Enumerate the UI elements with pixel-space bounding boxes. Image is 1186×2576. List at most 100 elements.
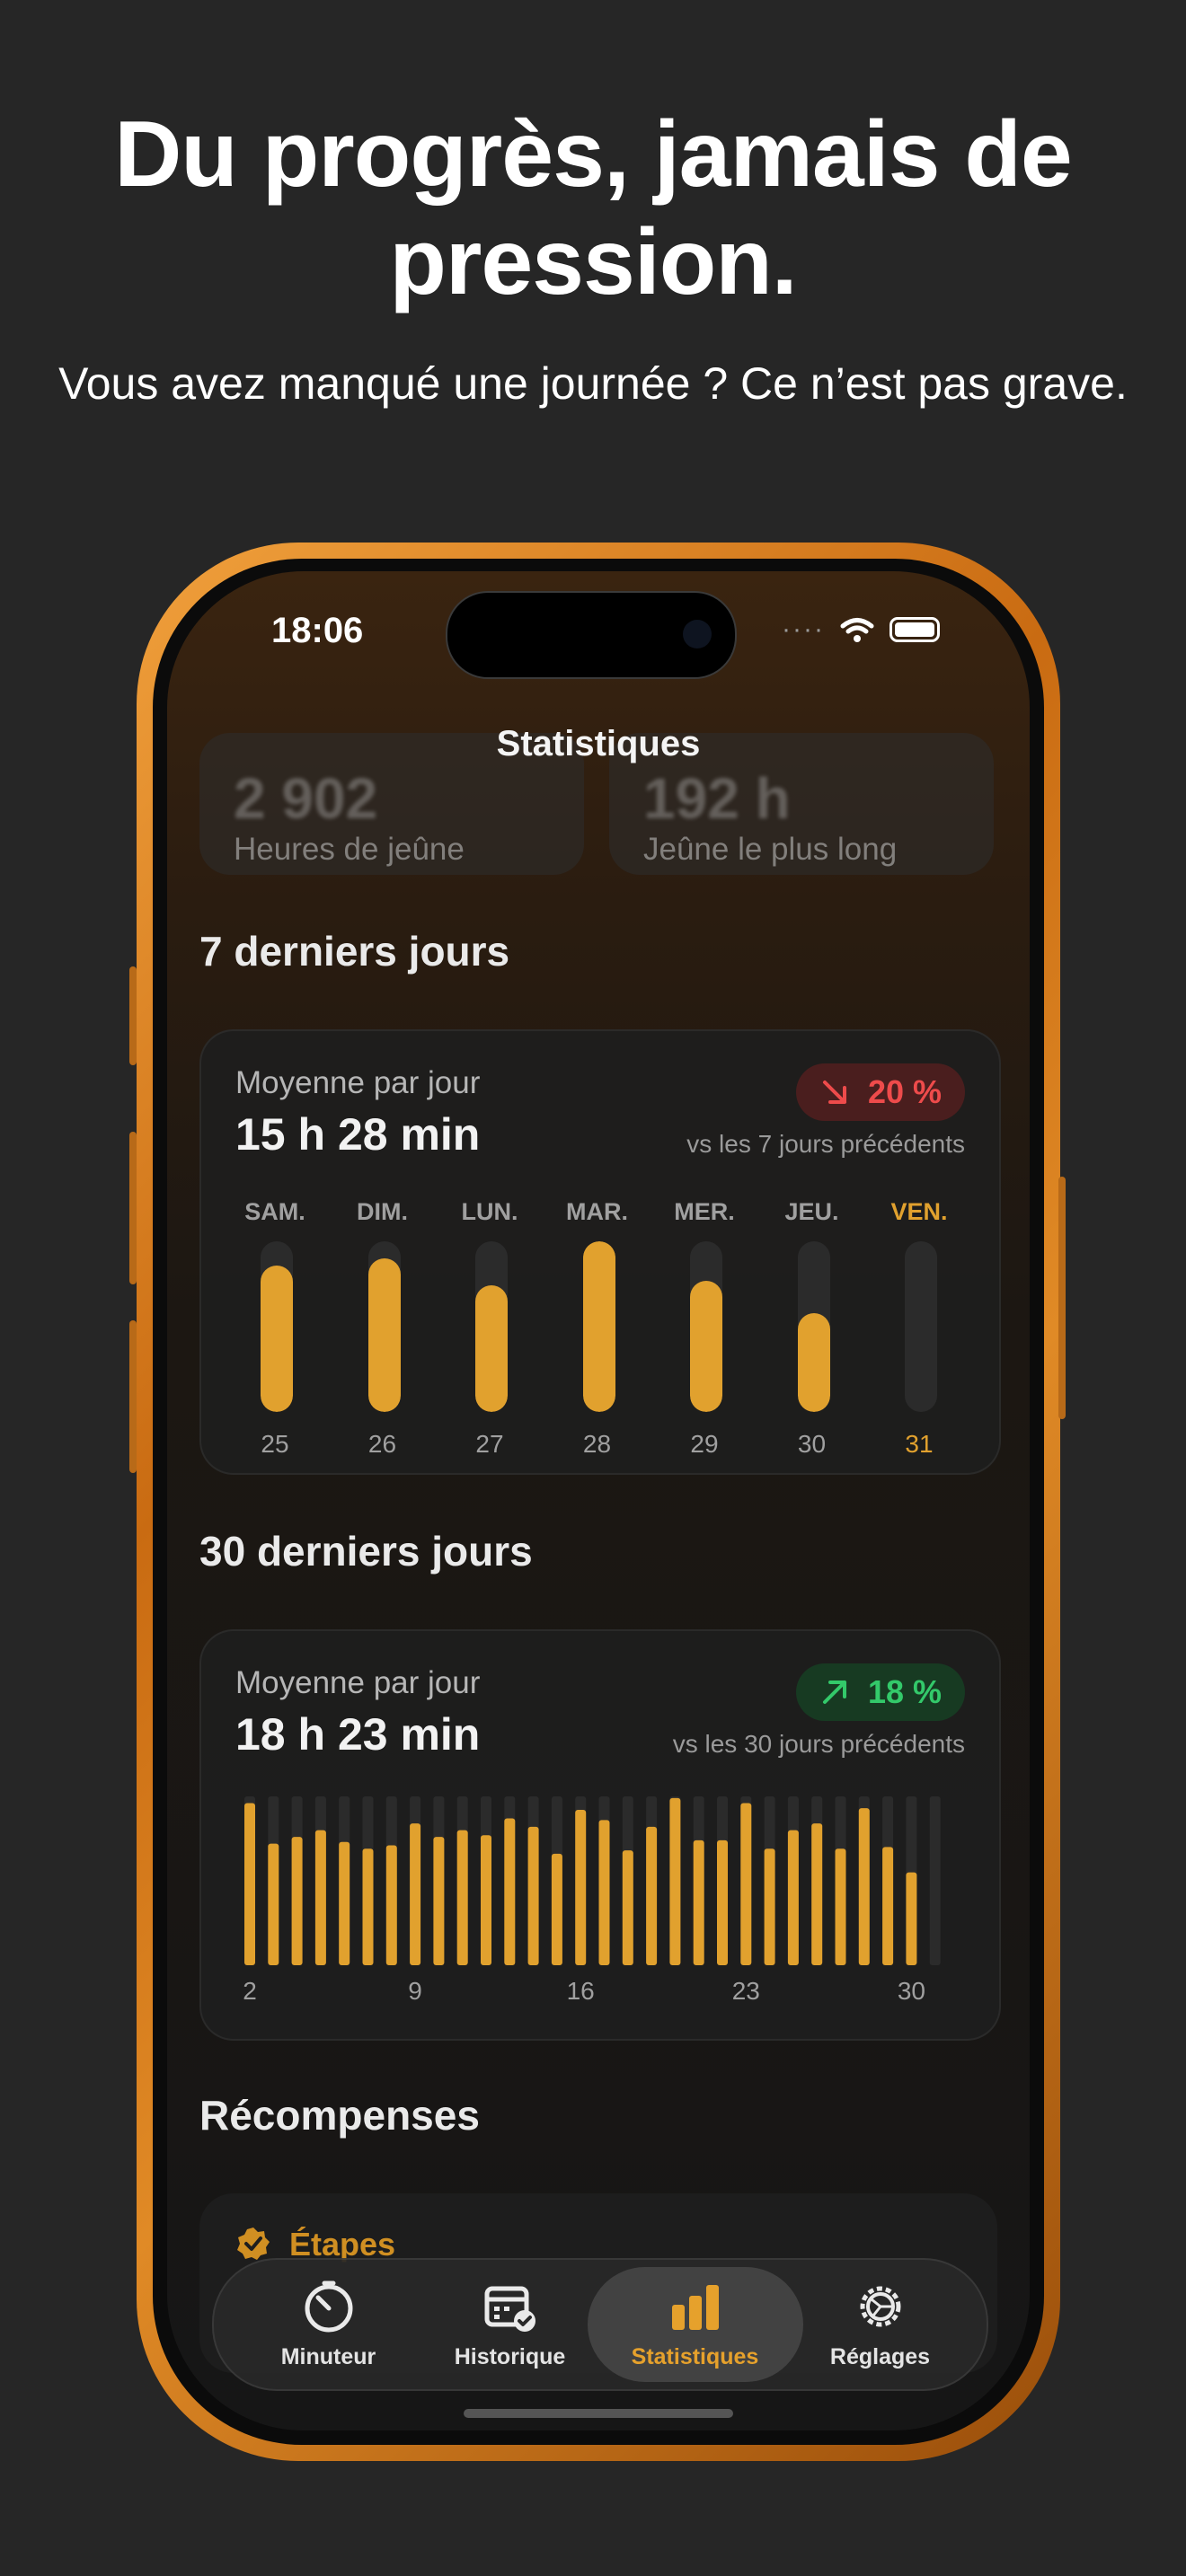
camera-icon [683,620,712,648]
month-bar [551,1853,562,1965]
delta-value: 20 % [867,1073,942,1110]
verified-badge-icon [237,2228,270,2260]
month-bar [527,1826,539,1965]
week-bar-track [905,1241,937,1412]
month-bar [598,1820,610,1965]
month-bar [481,1835,491,1965]
battery-icon [890,617,940,642]
month-tick-label: 2 [243,1977,257,2005]
month-tick-label: 9 [408,1977,422,2005]
month-bar-track [929,1796,941,1965]
month-bar [410,1823,421,1965]
headline: Du progrès, jamais de pression. [114,102,1073,314]
comparison-text: vs les 7 jours précédents [686,1130,965,1158]
week-day-name: MAR. [566,1198,628,1225]
section-heading-month: 30 derniers jours [199,1528,533,1575]
dynamic-island [446,591,737,679]
month-bar [835,1848,846,1965]
week-day-name: DIM. [357,1198,408,1225]
month-card: Moyenne par jour 18 h 23 min 18 % vs les… [199,1629,1001,2041]
timer-icon [305,2280,352,2333]
month-bar [291,1837,303,1965]
bar-chart-icon [671,2285,719,2330]
week-day-number: 30 [797,1430,827,1458]
month-bar [339,1841,350,1965]
month-bar [693,1839,704,1965]
month-bar [314,1830,326,1965]
week-bar-track [582,1241,615,1412]
week-bar-track [690,1241,722,1412]
week-day-number: 26 [367,1430,397,1458]
week-day-name: MER. [674,1198,735,1225]
home-indicator [464,2409,733,2418]
week-bar-track [367,1241,401,1412]
subline: Vous avez manqué une journée ? Ce n’est … [58,358,1128,409]
section-heading-week: 7 derniers jours [199,928,510,975]
average-label: Moyenne par jour [235,1065,481,1100]
month-bar [244,1803,255,1965]
month-tick-label: 30 [898,1977,925,2005]
week-card: Moyenne par jour 15 h 28 min 20 % vs les… [199,1029,1001,1475]
month-bar [456,1830,468,1965]
stat-tile-value: 192 h [643,766,791,831]
wifi-icon [840,618,874,642]
month-bar [811,1823,823,1965]
month-bar [622,1850,633,1965]
month-bar [717,1839,728,1965]
tab-label: Historique [454,2344,566,2369]
calendar-check-icon [484,2286,535,2332]
tab-label: Minuteur [280,2344,376,2369]
month-bar [575,1810,587,1965]
week-bar [367,1258,401,1412]
tab-statistics[interactable]: Statistiques [598,2260,792,2389]
week-bar [261,1265,293,1412]
section-heading-rewards: Récompenses [199,2092,480,2139]
week-bar [475,1285,508,1412]
phone-button-action [129,966,137,1065]
tab-label: Statistiques [631,2344,759,2369]
month-bar [764,1848,775,1965]
tab-label: Réglages [829,2344,931,2369]
month-bar [740,1803,752,1965]
month-tick-label: 16 [567,1977,595,2005]
month-bar [787,1830,799,1965]
week-day-name: LUN. [461,1198,518,1225]
week-bar-track [797,1241,830,1412]
cellular-signal-icon: ···· [782,614,825,644]
week-bar [797,1312,830,1412]
stat-tile-label: Heures de jeûne [234,832,465,867]
week-day-name: VEN. [890,1198,948,1225]
average-value: 15 h 28 min [235,1109,481,1160]
week-bar [582,1241,615,1412]
tab-settings[interactable]: Réglages [783,2260,977,2389]
stat-tile-label: Jeûne le plus long [643,832,898,867]
status-time: 18:06 [271,611,364,650]
status-icons: ···· [782,614,940,645]
week-bar [690,1280,722,1412]
tab-history[interactable]: Historique [413,2260,606,2389]
month-bar [385,1845,397,1965]
month-tick-label: 23 [732,1977,760,2005]
month-bar [669,1797,681,1965]
month-bar [268,1843,279,1965]
tab-timer[interactable]: Minuteur [232,2260,425,2389]
week-bar-track [475,1241,508,1412]
delta-badge: 20 % [795,1063,965,1121]
month-bar [433,1837,445,1965]
month-bar [646,1826,658,1965]
arrow-down-right-icon [822,1081,846,1104]
week-day-name: JEU. [784,1198,839,1225]
week-day-number: 25 [261,1430,289,1458]
month-bar [858,1808,870,1965]
week-bar-track [261,1241,293,1412]
month-bar [362,1848,374,1965]
week-day-number: 28 [582,1430,612,1458]
page-title: Statistiques [496,724,701,763]
week-day-number: 29 [690,1430,719,1458]
month-bar [882,1847,894,1965]
phone-button-power [1058,1177,1066,1419]
week-day-name: SAM. [244,1198,305,1225]
phone-button-volume-up [129,1132,137,1284]
phone-button-volume-down [129,1320,137,1473]
month-bar [906,1872,917,1965]
